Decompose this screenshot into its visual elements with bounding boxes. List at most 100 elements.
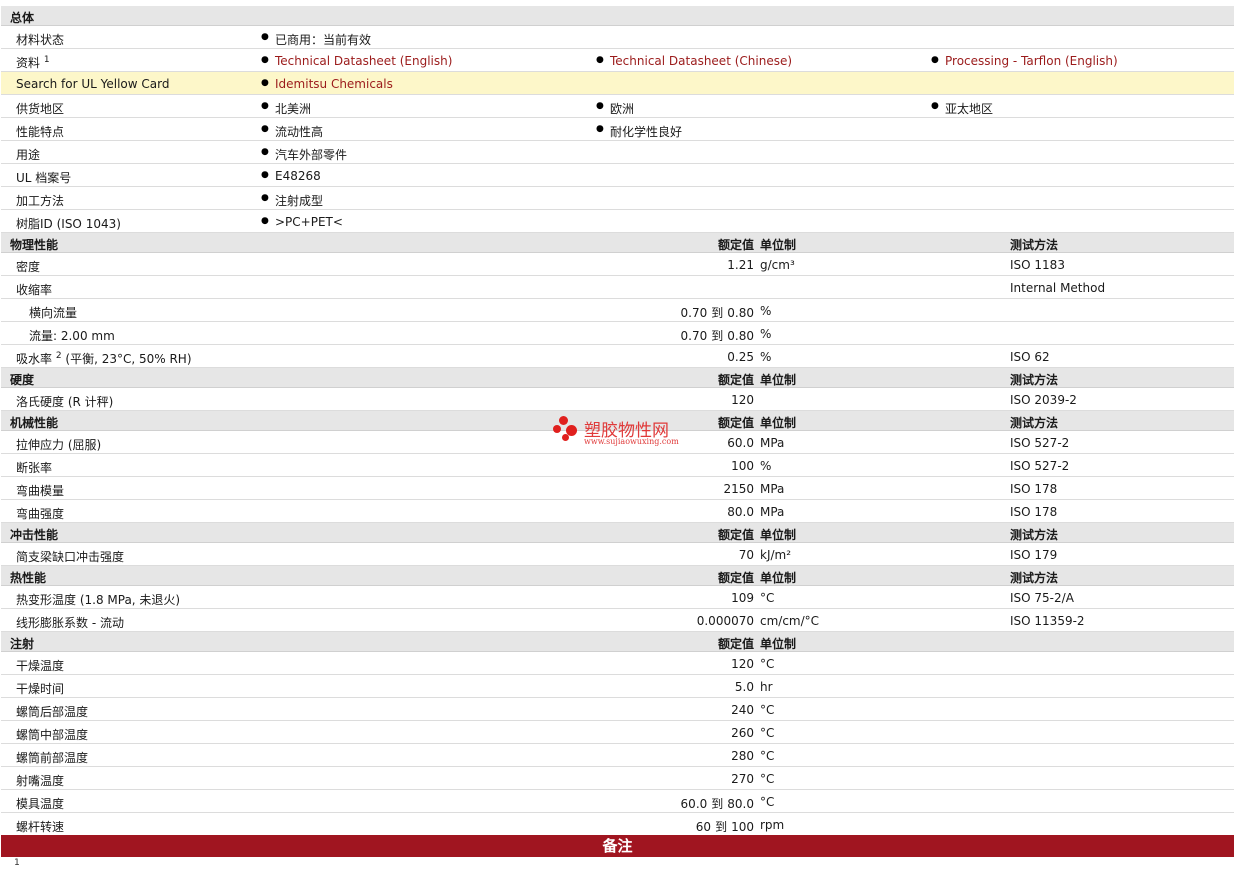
row-test: ISO 2039-2	[1010, 393, 1077, 407]
section-header-general: 总体	[1, 6, 1234, 26]
row-unit: °C	[760, 703, 775, 717]
row-test: ISO 11359-2	[1010, 614, 1085, 628]
ul-card-link[interactable]: Idemitsu Chemicals	[261, 77, 393, 91]
doc-link-chinese[interactable]: Technical Datasheet (Chinese)	[596, 54, 792, 68]
row-flex-modulus: 弯曲模量 2150 MPa ISO 178	[1, 477, 1234, 500]
row-unit: °C	[760, 591, 775, 605]
row-unit: °C	[760, 749, 775, 763]
row-clte: 线形膨胀系数 - 流动 0.000070 cm/cm/°C ISO 11359-…	[1, 609, 1234, 632]
row-unit: MPa	[760, 436, 785, 450]
row-value: 注射成型	[261, 192, 323, 209]
watermark-url: www.sujiaowuxing.com	[584, 437, 679, 446]
header-test: 测试方法	[1010, 238, 1059, 252]
row-shrink-flow: 流量: 2.00 mm 0.70 到 0.80 %	[1, 322, 1234, 345]
row-unit: MPa	[760, 482, 785, 496]
section-title: 物理性能	[10, 238, 59, 252]
row-value: 80.0	[727, 505, 754, 519]
row-material-status: 材料状态 已商用：当前有效	[1, 26, 1234, 49]
row-unit: kJ/m²	[760, 548, 792, 562]
row-ul-file: UL 档案号 E48268	[1, 164, 1234, 187]
header-test: 测试方法	[1010, 416, 1059, 430]
row-value-range: 60.0 到 80.0	[680, 797, 754, 811]
row-label: UL 档案号	[16, 171, 72, 185]
row-value: >PC+PET<	[261, 215, 343, 229]
row-label: 供货地区	[16, 102, 65, 116]
row-value-range: 0.70 到 0.80	[680, 329, 754, 343]
row-label: 洛氏硬度 (R 计秤)	[16, 395, 114, 409]
row-value: 120	[731, 393, 754, 407]
header-unit: 单位制	[760, 238, 797, 252]
header-rated: 额定值	[717, 528, 754, 542]
row-label: 弯曲模量	[16, 484, 65, 498]
row-value: 1.21	[727, 258, 754, 272]
row-density: 密度 1.21 g/cm³ ISO 1183	[1, 253, 1234, 276]
row-label: 用途	[16, 148, 41, 162]
row-value: 已商用：当前有效	[261, 31, 371, 48]
row-injection: 干燥温度 120 °C	[1, 652, 1234, 675]
section-title: 冲击性能	[10, 528, 59, 542]
row-label: 流量: 2.00 mm	[29, 329, 115, 343]
row-unit: %	[760, 350, 772, 364]
row-label: 材料状态	[16, 33, 65, 47]
row-value: 0.25	[727, 350, 754, 364]
row-value: E48268	[261, 169, 321, 183]
doc-link-english[interactable]: Technical Datasheet (English)	[261, 54, 452, 68]
row-label: 螺筒前部温度	[16, 751, 89, 765]
row-injection: 螺筒后部温度 240 °C	[1, 698, 1234, 721]
row-processing: 加工方法 注射成型	[1, 187, 1234, 210]
header-test: 测试方法	[1010, 528, 1059, 542]
row-unit: °C	[760, 657, 775, 671]
row-label: 树脂ID (ISO 1043)	[16, 217, 121, 231]
row-unit: °C	[760, 726, 775, 740]
row-value-range: 0.70 到 0.80	[680, 306, 754, 320]
region-value: 北美洲	[261, 100, 311, 117]
row-hdt: 热变形温度 (1.8 MPa, 未退火) 109 °C ISO 75-2/A	[1, 586, 1234, 609]
row-test: ISO 75-2/A	[1010, 591, 1074, 605]
row-test: Internal Method	[1010, 281, 1106, 295]
section-header-hardness: 硬度 额定值 单位制 测试方法	[1, 368, 1234, 388]
row-value: 2150	[723, 482, 754, 496]
section-title: 机械性能	[10, 416, 59, 430]
row-test: ISO 527-2	[1010, 459, 1070, 473]
row-unit: %	[760, 459, 772, 473]
doc-link-processing[interactable]: Processing - Tarflon (English)	[931, 54, 1118, 68]
row-unit: g/cm³	[760, 258, 795, 272]
row-label: 收缩率	[16, 283, 53, 297]
row-rockwell: 洛氏硬度 (R 计秤) 120 ISO 2039-2	[1, 388, 1234, 411]
row-value: 240	[731, 703, 754, 717]
row-unit: °C	[760, 772, 775, 786]
region-value: 亚太地区	[931, 100, 993, 117]
row-label: 螺筒中部温度	[16, 728, 89, 742]
feature-value: 流动性高	[261, 123, 323, 140]
section-title: 注射	[10, 637, 35, 651]
row-unit: MPa	[760, 505, 785, 519]
header-rated: 额定值	[717, 637, 754, 651]
row-unit: hr	[760, 680, 773, 694]
section-header-physical: 物理性能 额定值 单位制 测试方法	[1, 233, 1234, 253]
row-label: 线形膨胀系数 - 流动	[16, 616, 124, 630]
row-features: 性能特点 流动性高 耐化学性良好	[1, 118, 1234, 141]
row-value: 汽车外部零件	[261, 146, 347, 163]
row-unit: cm/cm/°C	[760, 614, 820, 628]
header-rated: 额定值	[717, 373, 754, 387]
row-label: 性能特点	[16, 125, 65, 139]
header-rated: 额定值	[717, 238, 754, 252]
row-documents: 资料 1 Technical Datasheet (English) Techn…	[1, 49, 1234, 72]
row-flex-strength: 弯曲强度 80.0 MPa ISO 178	[1, 500, 1234, 523]
row-injection: 射嘴温度 270 °C	[1, 767, 1234, 790]
row-shrinkage: 收缩率 Internal Method	[1, 276, 1234, 299]
row-label: 干燥时间	[16, 682, 65, 696]
row-label: 密度	[16, 260, 41, 274]
row-water-absorption: 吸水率 2 (平衡, 23°C, 50% RH) 0.25 % ISO 62	[1, 345, 1234, 368]
row-value: 0.000070	[696, 614, 754, 628]
row-label: 加工方法	[16, 194, 65, 208]
row-test: ISO 178	[1010, 482, 1058, 496]
row-label: 螺杆转速	[16, 820, 65, 834]
row-unit: %	[760, 327, 772, 341]
row-ul-yellow-card: Search for UL Yellow Card Idemitsu Chemi…	[1, 72, 1234, 95]
row-injection: 干燥时间 5.0 hr	[1, 675, 1234, 698]
row-injection: 螺筒前部温度 280 °C	[1, 744, 1234, 767]
section-title: 硬度	[10, 373, 35, 387]
row-value-range: 60 到 100	[695, 820, 754, 834]
row-test: ISO 527-2	[1010, 436, 1070, 450]
